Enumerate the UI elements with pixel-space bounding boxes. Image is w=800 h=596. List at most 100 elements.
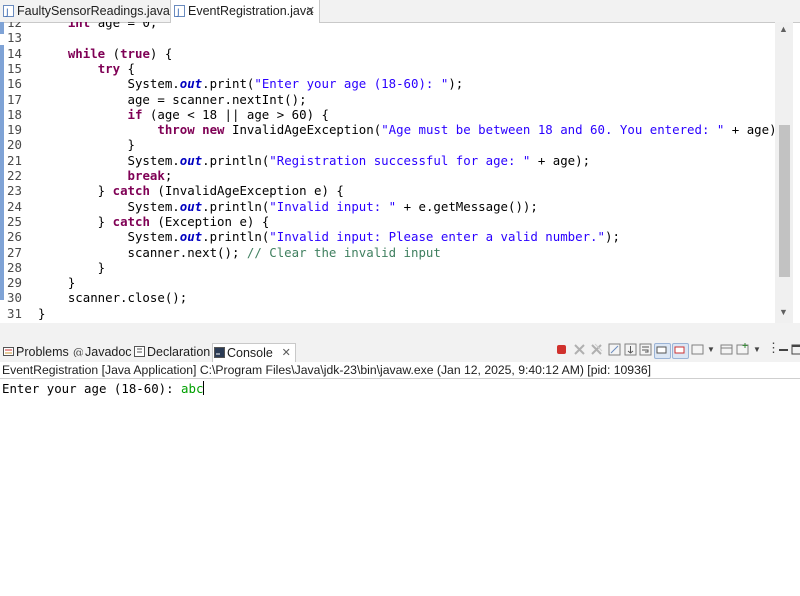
- open-console-icon[interactable]: [736, 343, 749, 356]
- code-line[interactable]: 22 break;: [0, 168, 775, 183]
- svg-text:J: J: [176, 8, 180, 17]
- remove-all-terminated-icon[interactable]: [590, 343, 603, 356]
- display-selected-console-dropdown-icon[interactable]: ▼: [707, 343, 720, 356]
- close-tab-icon[interactable]: ✕: [282, 344, 291, 362]
- vertical-scrollbar[interactable]: ▲ ▼: [775, 22, 793, 323]
- code-editor[interactable]: 12 int age = 0; 13 14 while (true) {15 try…: [0, 22, 800, 323]
- text-cursor: [203, 381, 205, 395]
- tab-label: Problems: [16, 345, 69, 359]
- tab-label: EventRegistration.java: [188, 4, 314, 18]
- code-text: }: [38, 305, 46, 321]
- code-text: try {: [97, 60, 135, 76]
- clear-console-icon[interactable]: [608, 343, 621, 356]
- tab-declaration[interactable]: Declaration: [133, 343, 210, 361]
- console-icon: [214, 347, 225, 358]
- code-line[interactable]: 14 while (true) {: [0, 46, 775, 61]
- line-number: 25: [7, 213, 22, 229]
- console-output-area[interactable]: Enter your age (18-60): abc: [0, 379, 800, 596]
- view-sash[interactable]: [0, 323, 800, 341]
- javadoc-icon: @: [73, 346, 83, 357]
- line-number: 19: [7, 122, 22, 138]
- line-number: 31: [7, 305, 22, 321]
- svg-text:@: @: [73, 346, 83, 357]
- code-line[interactable]: 21 System.out.println("Registration succ…: [0, 153, 775, 168]
- line-number: 14: [7, 45, 22, 61]
- tab-label: Javadoc: [85, 345, 132, 359]
- code-line[interactable]: 27 scanner.next(); // Clear the invalid …: [0, 245, 775, 260]
- word-wrap-icon[interactable]: [639, 343, 652, 356]
- code-line[interactable]: 28 }: [0, 260, 775, 275]
- scrollbar-thumb[interactable]: [779, 125, 790, 277]
- line-number: 18: [7, 106, 22, 122]
- code-text: System.out.println("Invalid input: Pleas…: [38, 229, 620, 245]
- tab-event-registration[interactable]: J EventRegistration.java ✕: [170, 0, 320, 23]
- terminate-icon[interactable]: [557, 345, 566, 354]
- line-number: 27: [7, 244, 22, 260]
- code-line[interactable]: 13: [0, 30, 775, 45]
- line-number: 26: [7, 229, 22, 245]
- code-text: } catch (Exception e) {: [38, 213, 270, 229]
- java-file-icon: J: [174, 5, 185, 17]
- line-number: 22: [7, 168, 22, 183]
- code-line[interactable]: 20 }: [0, 137, 775, 152]
- code-line[interactable]: 19 throw new InvalidAgeException("Age mu…: [0, 122, 784, 138]
- maximize-icon[interactable]: [790, 343, 800, 356]
- code-line[interactable]: 29 }: [0, 275, 775, 290]
- close-tab-icon[interactable]: ✕: [306, 0, 315, 22]
- declaration-icon: [134, 346, 145, 357]
- code-text: scanner.next(); // Clear the invalid inp…: [38, 244, 441, 260]
- line-number: 30: [7, 290, 22, 306]
- code-text: System.out.println("Registration success…: [38, 152, 591, 168]
- line-number: 15: [7, 60, 22, 76]
- code-text: while (true) {: [67, 45, 173, 61]
- code-text: age = scanner.nextInt();: [38, 91, 307, 107]
- console-input-text[interactable]: abc: [181, 381, 203, 396]
- tab-console[interactable]: Console ✕: [212, 343, 296, 362]
- tab-label: Declaration: [147, 345, 211, 359]
- open-console-dropdown-icon[interactable]: ▼: [753, 343, 766, 356]
- line-number: 20: [7, 137, 22, 153]
- code-text: int age = 0;: [67, 22, 158, 30]
- scroll-down-icon[interactable]: ▼: [779, 307, 788, 317]
- code-text: if (age < 18 || age > 60) {: [127, 106, 329, 122]
- code-text: scanner.close();: [38, 290, 188, 306]
- line-number: 16: [7, 76, 22, 92]
- code-line[interactable]: 26 System.out.println("Invalid input: Pl…: [0, 229, 775, 244]
- line-number: 24: [7, 198, 22, 214]
- minimize-icon[interactable]: [777, 343, 790, 356]
- svg-text:J: J: [5, 8, 9, 17]
- scroll-lock-icon[interactable]: [624, 343, 637, 356]
- code-text: } catch (InvalidAgeException e) {: [38, 183, 344, 199]
- line-number: 23: [7, 183, 22, 199]
- display-selected-console-icon[interactable]: [720, 343, 733, 356]
- scroll-up-icon[interactable]: ▲: [779, 24, 788, 34]
- code-line[interactable]: 23 } catch (InvalidAgeException e) {: [0, 183, 775, 198]
- problems-icon: [3, 347, 14, 356]
- tab-problems[interactable]: Problems: [2, 343, 69, 361]
- console-prompt: Enter your age (18-60):: [2, 381, 182, 396]
- pin-console-icon[interactable]: [691, 343, 704, 356]
- line-number: 13: [7, 30, 22, 46]
- code-line[interactable]: 31}: [0, 306, 775, 321]
- code-line[interactable]: 12 int age = 0;: [0, 22, 775, 30]
- code-text: break;: [127, 168, 173, 183]
- show-console-stderr-icon[interactable]: [672, 343, 689, 359]
- line-number: 21: [7, 152, 22, 168]
- tab-label: Console: [227, 346, 273, 360]
- code-line[interactable]: 25 } catch (Exception e) {: [0, 214, 775, 229]
- code-line[interactable]: 16 System.out.print("Enter your age (18-…: [0, 76, 775, 91]
- show-console-stdout-icon[interactable]: [654, 343, 671, 359]
- code-line[interactable]: 15 try {: [0, 61, 775, 76]
- code-text: throw new InvalidAgeException("Age must …: [157, 122, 785, 138]
- editor-tab-bar: J FaultySensorReadings.java J EventRegis…: [0, 0, 800, 23]
- code-line[interactable]: 18 if (age < 18 || age > 60) {: [0, 107, 775, 122]
- code-line[interactable]: 17 age = scanner.nextInt();: [0, 92, 775, 107]
- tab-javadoc[interactable]: @ Javadoc: [71, 343, 132, 361]
- remove-launch-icon[interactable]: [573, 343, 586, 356]
- code-line[interactable]: 24 System.out.println("Invalid input: " …: [0, 199, 775, 214]
- tab-faulty-sensor-readings[interactable]: J FaultySensorReadings.java: [0, 0, 170, 22]
- code-line[interactable]: 30 scanner.close();: [0, 290, 775, 305]
- code-text: }: [38, 137, 135, 153]
- code-text: System.out.println("Invalid input: " + e…: [38, 198, 538, 214]
- code-text: System.out.print("Enter your age (18-60)…: [38, 76, 464, 92]
